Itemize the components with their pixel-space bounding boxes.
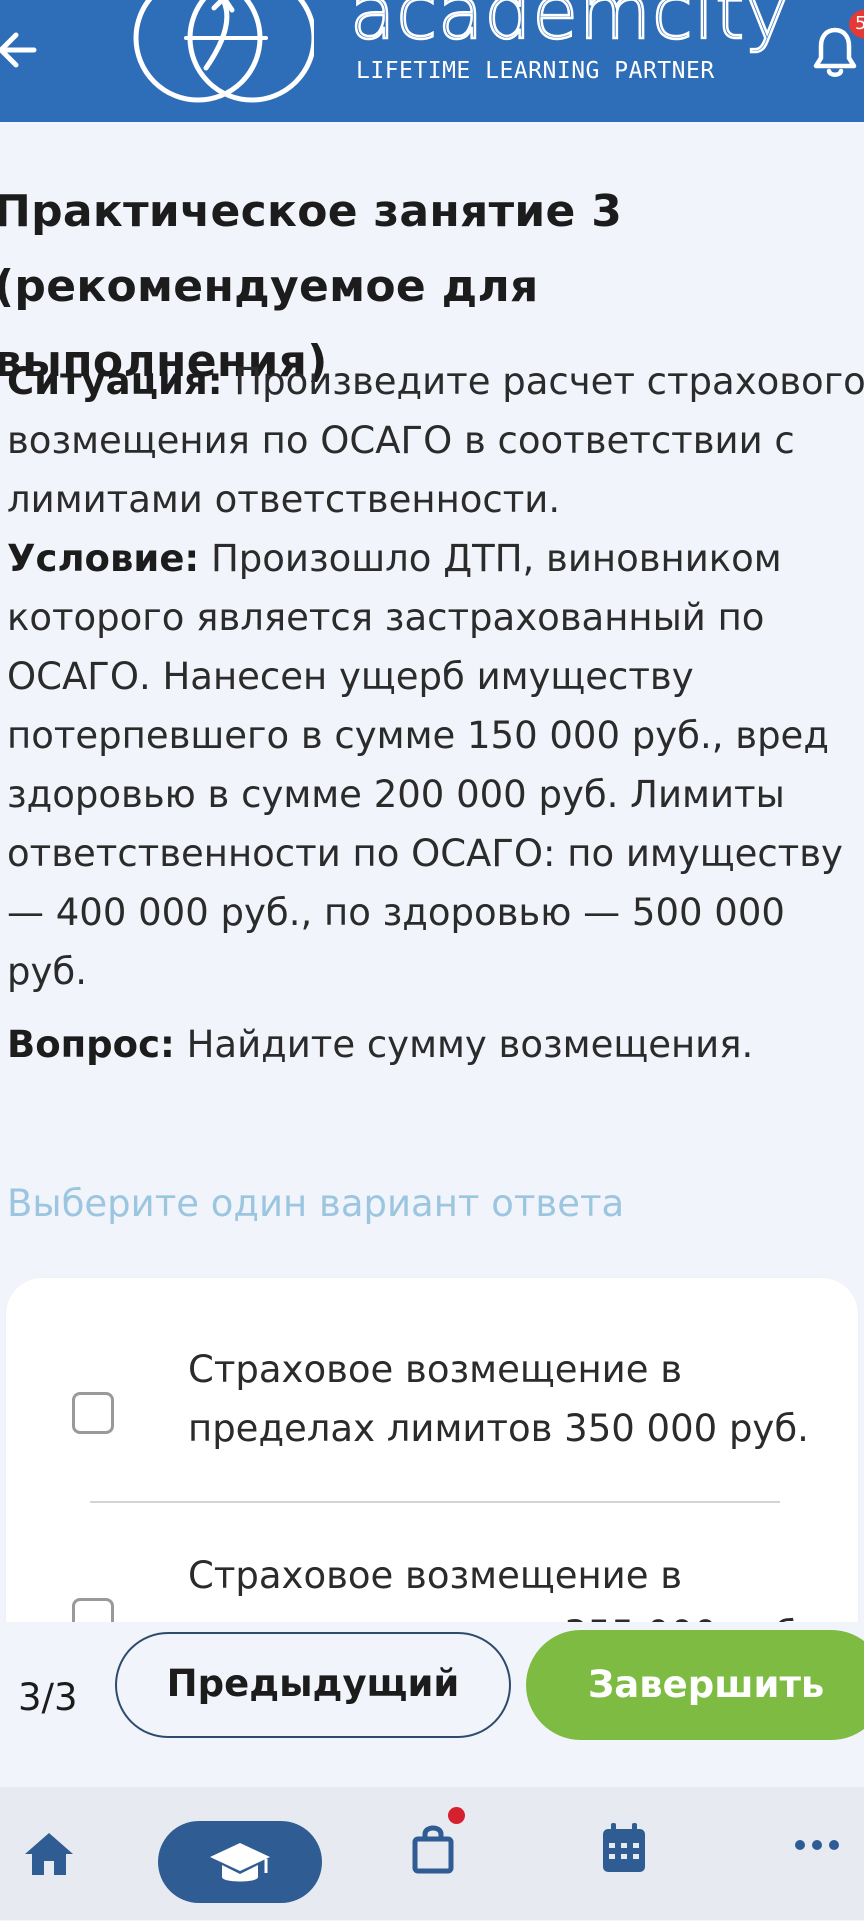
- condition-text: Произошло ДТП, виновником которого являе…: [7, 537, 843, 993]
- question-paragraph: Вопрос: Найдите сумму возмещения.: [7, 1015, 864, 1074]
- situation-label: Ситуация:: [7, 360, 223, 403]
- app-header: academcity LIFETIME LEARNING PARTNER 5: [0, 0, 864, 122]
- graduation-cap-icon: [210, 1843, 270, 1882]
- situation-paragraph: Ситуация: Произведите расчет страхового …: [7, 352, 864, 529]
- shopping-bag-icon: [412, 1825, 454, 1874]
- brand-logo-icon: [128, 0, 317, 106]
- calendar-icon: [603, 1823, 645, 1872]
- answer-option-text-1: Страховое возмещение в пределах лимитов …: [188, 1348, 809, 1450]
- question-pager: 3/3 Предыдущий Завершить: [0, 1622, 864, 1787]
- nav-home[interactable]: [22, 1829, 76, 1913]
- condition-paragraph: Условие: Произошло ДТП, виновником котор…: [7, 529, 864, 1001]
- arrow-left-icon: [0, 32, 37, 68]
- answer-checkbox-1[interactable]: [72, 1392, 114, 1434]
- more-icon: [795, 1840, 839, 1850]
- task-description: Ситуация: Произведите расчет страхового …: [7, 352, 864, 1074]
- finish-button[interactable]: Завершить: [526, 1630, 864, 1740]
- nav-courses[interactable]: [158, 1821, 322, 1903]
- condition-label: Условие:: [7, 537, 200, 580]
- answer-instruction: Выберите один вариант ответа: [7, 1182, 625, 1225]
- question-label: Вопрос:: [7, 1023, 175, 1066]
- brand-tagline: LIFETIME LEARNING PARTNER: [356, 58, 715, 84]
- question-text: Найдите сумму возмещения.: [174, 1023, 754, 1066]
- bottom-navigation: [0, 1787, 864, 1920]
- previous-button[interactable]: Предыдущий: [115, 1632, 511, 1738]
- back-button[interactable]: [0, 20, 44, 80]
- brand-wordmark: academcity: [349, 0, 791, 57]
- shop-notification-dot: [448, 1807, 465, 1824]
- nav-shop[interactable]: [410, 1823, 456, 1907]
- nav-calendar[interactable]: [600, 1821, 648, 1905]
- home-icon: [25, 1833, 73, 1875]
- nav-more[interactable]: [794, 1837, 840, 1921]
- options-divider: [90, 1501, 780, 1503]
- question-counter: 3/3: [18, 1676, 78, 1719]
